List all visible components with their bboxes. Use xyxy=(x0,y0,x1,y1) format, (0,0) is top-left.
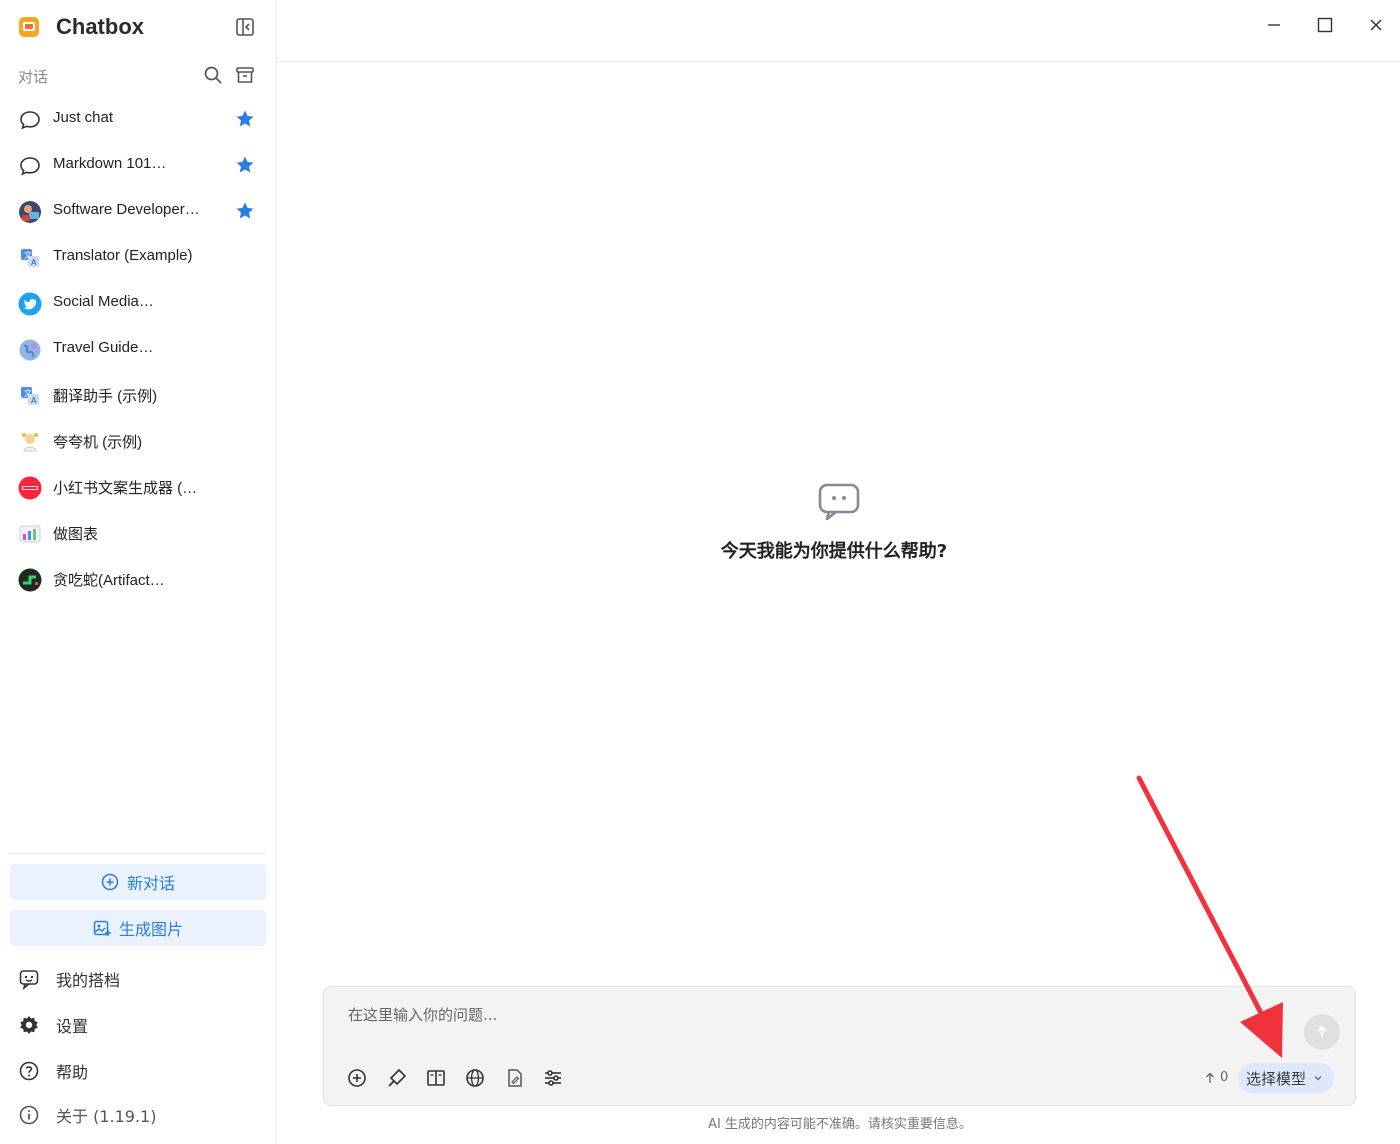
chat-placeholder-icon xyxy=(818,483,860,521)
sidebar: Chatbox 对话 Just chat Markdown 101… Softw… xyxy=(0,0,277,1144)
conversation-label: Just chat xyxy=(53,109,114,126)
collapse-sidebar-icon[interactable] xyxy=(234,16,256,38)
conversation-item-just-chat[interactable]: Just chat xyxy=(8,96,268,142)
new-chat-button[interactable]: 新对话 xyxy=(10,864,266,900)
settings-label: 设置 xyxy=(56,1017,89,1036)
maximize-icon[interactable] xyxy=(1314,14,1336,36)
archive-icon[interactable] xyxy=(234,64,256,86)
conversations-header: 对话 xyxy=(18,62,258,88)
model-select-button[interactable]: 选择模型 xyxy=(1238,1063,1335,1093)
settings-sliders-icon[interactable] xyxy=(542,1067,564,1089)
empty-state-title: 今天我能为你提供什么帮助? xyxy=(720,541,948,562)
gear-icon xyxy=(20,1016,38,1034)
conversation-label: 贪吃蛇(Artifact… xyxy=(53,572,165,589)
conversation-label: Translator (Example) xyxy=(53,247,193,264)
conversation-label: 小红书文案生成器 (… xyxy=(53,480,198,497)
chatbox-logo-icon xyxy=(19,17,39,37)
arrow-up-small-icon xyxy=(1206,1072,1214,1083)
arrow-up-icon xyxy=(1317,1025,1327,1037)
minimize-icon[interactable] xyxy=(1263,14,1285,36)
close-icon[interactable] xyxy=(1365,14,1387,36)
copilot-chat-icon xyxy=(19,970,39,990)
brand: Chatbox xyxy=(18,12,144,42)
message-composer: 0 选择模型 xyxy=(323,986,1356,1106)
chat-bubble-icon xyxy=(20,111,40,130)
chat-bubble-icon xyxy=(20,157,40,176)
image-plus-icon xyxy=(93,920,111,936)
conversation-item-markdown[interactable]: Markdown 101… xyxy=(8,142,268,188)
conversation-label: 做图表 xyxy=(53,526,99,543)
search-icon[interactable] xyxy=(202,64,224,86)
snake-game-avatar-icon xyxy=(18,568,42,592)
generate-image-label: 生成图片 xyxy=(118,920,183,939)
disclaimer-text: AI 生成的内容可能不准确。请核实重要信息。 xyxy=(708,1117,972,1132)
chevron-down-icon xyxy=(1314,1076,1322,1081)
svg-text:A: A xyxy=(31,396,37,405)
translator-avatar-icon: 文 A xyxy=(21,387,39,405)
my-copilots-item[interactable]: 我的搭档 xyxy=(18,964,120,994)
conversation-label: 夸夸机 (示例) xyxy=(53,434,143,451)
section-label: 对话 xyxy=(18,68,49,86)
help-icon xyxy=(19,1061,39,1081)
conversation-item-snake-game[interactable]: 贪吃蛇(Artifact… xyxy=(8,556,268,602)
star-icon[interactable] xyxy=(235,155,255,175)
model-select-label: 选择模型 xyxy=(1246,1069,1307,1088)
star-icon[interactable] xyxy=(235,109,255,129)
conversation-item-praise-machine[interactable]: 夸夸机 (示例) xyxy=(8,418,268,464)
help-item[interactable]: 帮助 xyxy=(18,1056,88,1086)
about-item[interactable]: 关于 (1.19.1) xyxy=(18,1100,156,1130)
brush-icon[interactable] xyxy=(386,1067,408,1089)
help-label: 帮助 xyxy=(56,1063,89,1082)
message-input[interactable] xyxy=(346,1001,1250,1029)
developer-avatar-icon xyxy=(19,201,41,223)
globe-avatar-icon xyxy=(19,339,41,361)
star-icon[interactable] xyxy=(235,201,255,221)
sidebar-divider xyxy=(10,853,266,854)
conversation-label: Social Media… xyxy=(53,293,154,310)
send-button[interactable] xyxy=(1304,1014,1340,1050)
conversation-item-xiaohongshu[interactable]: 小红书文案生成器 (… xyxy=(8,464,268,510)
token-count-value: 0 xyxy=(1220,1070,1229,1085)
conversation-label: 翻译助手 (示例) xyxy=(53,388,158,405)
attach-plus-icon[interactable] xyxy=(346,1067,368,1089)
my-copilots-label: 我的搭档 xyxy=(56,971,121,990)
info-icon xyxy=(19,1105,39,1125)
svg-text:A: A xyxy=(31,258,37,267)
conversation-item-software-developer[interactable]: Software Developer… xyxy=(8,188,268,234)
conversation-label: Travel Guide… xyxy=(53,339,154,356)
conversation-item-make-chart[interactable]: 做图表 xyxy=(8,510,268,556)
conversation-list: Just chat Markdown 101… Software Develop… xyxy=(8,96,268,602)
settings-item[interactable]: 设置 xyxy=(18,1010,88,1040)
conversation-label: Markdown 101… xyxy=(53,155,167,172)
conversation-item-translator[interactable]: 文 A Translator (Example) xyxy=(8,234,268,280)
conversation-label: Software Developer… xyxy=(53,201,200,218)
about-label: 关于 (1.19.1) xyxy=(56,1107,157,1126)
book-icon[interactable] xyxy=(425,1067,447,1089)
chart-avatar-icon xyxy=(19,525,41,543)
conversation-item-travel-guide[interactable]: Travel Guide… xyxy=(8,326,268,372)
conversation-item-social-media[interactable]: Social Media… xyxy=(8,280,268,326)
token-counter: 0 xyxy=(1204,1070,1228,1085)
web-globe-icon[interactable] xyxy=(464,1067,486,1089)
new-chat-label: 新对话 xyxy=(126,874,175,893)
conversation-item-translation-assistant[interactable]: 文 A 翻译助手 (示例) xyxy=(8,372,268,418)
plus-circle-icon xyxy=(101,873,119,891)
translator-avatar-icon: 文 A xyxy=(21,249,39,267)
document-icon[interactable] xyxy=(504,1067,526,1089)
header-divider xyxy=(277,61,1400,62)
generate-image-button[interactable]: 生成图片 xyxy=(10,910,266,946)
cheer-avatar-icon xyxy=(22,433,38,452)
app-title: Chatbox xyxy=(56,14,144,39)
xiaohongshu-logo-icon xyxy=(18,476,42,500)
twitter-bird-icon xyxy=(18,292,42,316)
